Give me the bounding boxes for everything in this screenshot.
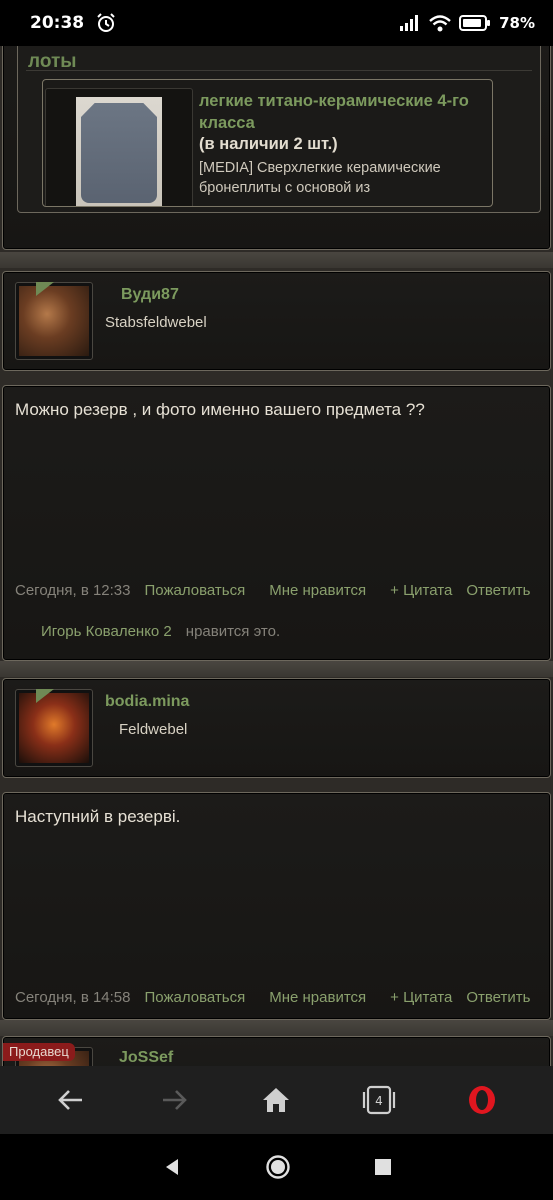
tabs-button[interactable]: 4	[351, 1072, 407, 1128]
lot-thumbnail	[76, 97, 162, 206]
avatar-frame[interactable]	[15, 689, 93, 767]
status-time: 20:38	[30, 13, 85, 33]
post-date[interactable]: Сегодня, в 12:33	[15, 582, 131, 599]
user-rank: Stabsfeldwebel	[105, 314, 207, 331]
battery-percentage: 78%	[499, 14, 535, 32]
username[interactable]: bodia.mina	[105, 693, 189, 711]
nav-recents-icon[interactable]	[374, 1158, 392, 1176]
tabs-icon: 4	[362, 1085, 396, 1115]
like-link[interactable]: Мне нравится	[269, 989, 366, 1006]
report-link[interactable]: Пожаловаться	[145, 582, 246, 599]
like-link[interactable]: Мне нравится	[269, 582, 366, 599]
signal-icon	[400, 15, 419, 31]
home-icon	[263, 1088, 290, 1112]
separator-band	[0, 661, 553, 677]
username[interactable]: JoSSef	[119, 1049, 173, 1066]
wifi-icon	[429, 14, 451, 31]
message-actions: Сегодня, в 12:33 Пожаловаться Мне нравит…	[15, 582, 540, 599]
avatar	[19, 693, 89, 763]
armor-plate-image	[81, 103, 157, 203]
opera-logo-icon	[468, 1086, 495, 1114]
liker-name[interactable]: Игорь Коваленко 2	[41, 623, 172, 640]
lot-description: [MEDIA] Сверхлегкие керамические бронепл…	[199, 160, 441, 196]
avatar-frame[interactable]	[15, 282, 93, 360]
avatar	[19, 286, 89, 356]
lot-card[interactable]: легкие титано-керамические 4-го класса (…	[42, 79, 493, 207]
system-nav-bar	[0, 1134, 553, 1200]
quote-link[interactable]: + Цитата	[390, 989, 452, 1006]
nav-home-icon[interactable]	[265, 1154, 291, 1180]
back-button[interactable]	[43, 1072, 99, 1128]
seller-badge: Продавец	[3, 1043, 75, 1061]
browser-toolbar: 4	[0, 1066, 553, 1134]
message-text: Можно резерв , и фото именно вашего пред…	[15, 400, 425, 419]
lot-thumbnail-frame[interactable]	[45, 88, 193, 206]
message-text: Наступний в резерві.	[15, 807, 181, 826]
home-button[interactable]	[248, 1072, 304, 1128]
reply-link[interactable]: Ответить	[466, 989, 530, 1006]
lot-stock: (в наличии 2 шт.)	[199, 135, 338, 153]
message-panel: Можно резерв , и фото именно вашего пред…	[2, 385, 551, 661]
arrow-right-icon	[162, 1090, 187, 1110]
tabs-count: 4	[375, 1094, 383, 1108]
lots-inner: лоты легкие титано-керамические 4-го кла…	[17, 46, 541, 213]
nav-back-icon[interactable]	[162, 1157, 182, 1177]
user-panel: bodia.mina Feldwebel	[2, 678, 551, 778]
user-panel: Вуди87 Stabsfeldwebel	[2, 271, 551, 371]
arrow-left-icon	[58, 1090, 83, 1110]
message-actions: Сегодня, в 14:58 Пожаловаться Мне нравит…	[15, 989, 540, 1006]
lot-name[interactable]: легкие титано-керамические 4-го класса	[199, 90, 489, 134]
likes-text: нравится это.	[185, 623, 281, 640]
user-panel: Продавец JoSSef	[2, 1036, 551, 1066]
likes-line: Игорь Коваленко 2 нравится это.	[41, 623, 280, 640]
status-bar: 20:38 78%	[0, 0, 553, 46]
forum-content[interactable]: лоты легкие титано-керамические 4-го кла…	[0, 46, 553, 1066]
separator-band	[0, 252, 553, 268]
post-date[interactable]: Сегодня, в 14:58	[15, 989, 131, 1006]
reply-link[interactable]: Ответить	[466, 582, 530, 599]
quote-link[interactable]: + Цитата	[390, 582, 452, 599]
separator-band	[0, 1020, 553, 1036]
user-rank: Feldwebel	[119, 721, 188, 738]
alarm-icon	[97, 13, 115, 32]
username[interactable]: Вуди87	[121, 286, 179, 304]
message-panel: Наступний в резерві. Сегодня, в 14:58 По…	[2, 792, 551, 1020]
lots-panel: лоты легкие титано-керамические 4-го кла…	[2, 46, 551, 250]
opera-menu-button[interactable]	[454, 1072, 510, 1128]
divider	[26, 70, 532, 71]
report-link[interactable]: Пожаловаться	[145, 989, 246, 1006]
battery-icon	[459, 15, 491, 31]
forward-button[interactable]	[146, 1072, 202, 1128]
